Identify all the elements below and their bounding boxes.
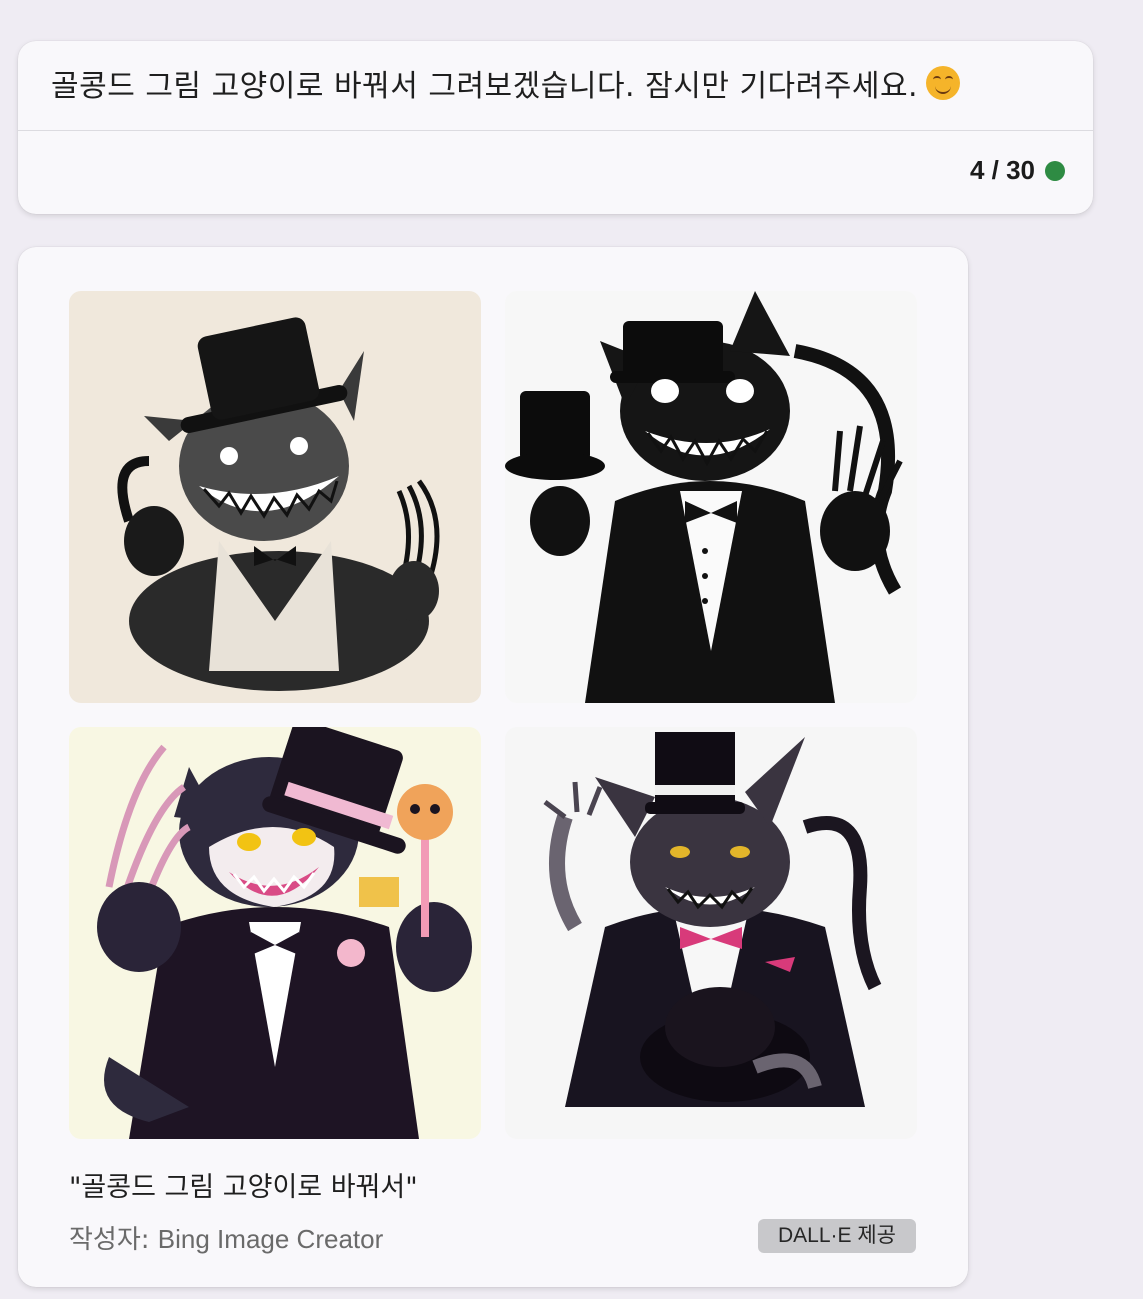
message-text: 골콩드 그림 고양이로 바꿔서 그려보겠습니다. 잠시만 기다려주세요. xyxy=(51,61,961,105)
generated-image-3[interactable] xyxy=(69,727,481,1139)
generated-image-4[interactable] xyxy=(505,727,917,1139)
image-credit: 작성자: Bing Image Creator xyxy=(69,1219,383,1256)
smiling-face-emoji-icon xyxy=(926,66,961,100)
generated-image-2[interactable] xyxy=(505,291,917,703)
status-dot-icon xyxy=(1045,160,1065,181)
card-divider xyxy=(18,130,1093,131)
assistant-message-card: 골콩드 그림 고양이로 바꿔서 그려보겠습니다. 잠시만 기다려주세요. 4 /… xyxy=(18,41,1093,214)
credit-prefix: 작성자: xyxy=(69,1225,158,1255)
generated-image-1[interactable] xyxy=(69,291,481,703)
message-text-content: 골콩드 그림 고양이로 바꿔서 그려보겠습니다. 잠시만 기다려주세요. xyxy=(51,69,919,104)
credit-name: Bing Image Creator xyxy=(157,1224,384,1254)
turn-counter-text: 4 / 30 xyxy=(969,155,1035,185)
turn-counter: 4 / 30 xyxy=(970,155,1065,186)
image-caption: "골콩드 그림 고양이로 바꿔서" xyxy=(69,1172,418,1203)
dalle-badge: DALL·E 제공 xyxy=(758,1219,916,1253)
image-result-card: "골콩드 그림 고양이로 바꿔서" 작성자: Bing Image Creato… xyxy=(18,247,968,1287)
